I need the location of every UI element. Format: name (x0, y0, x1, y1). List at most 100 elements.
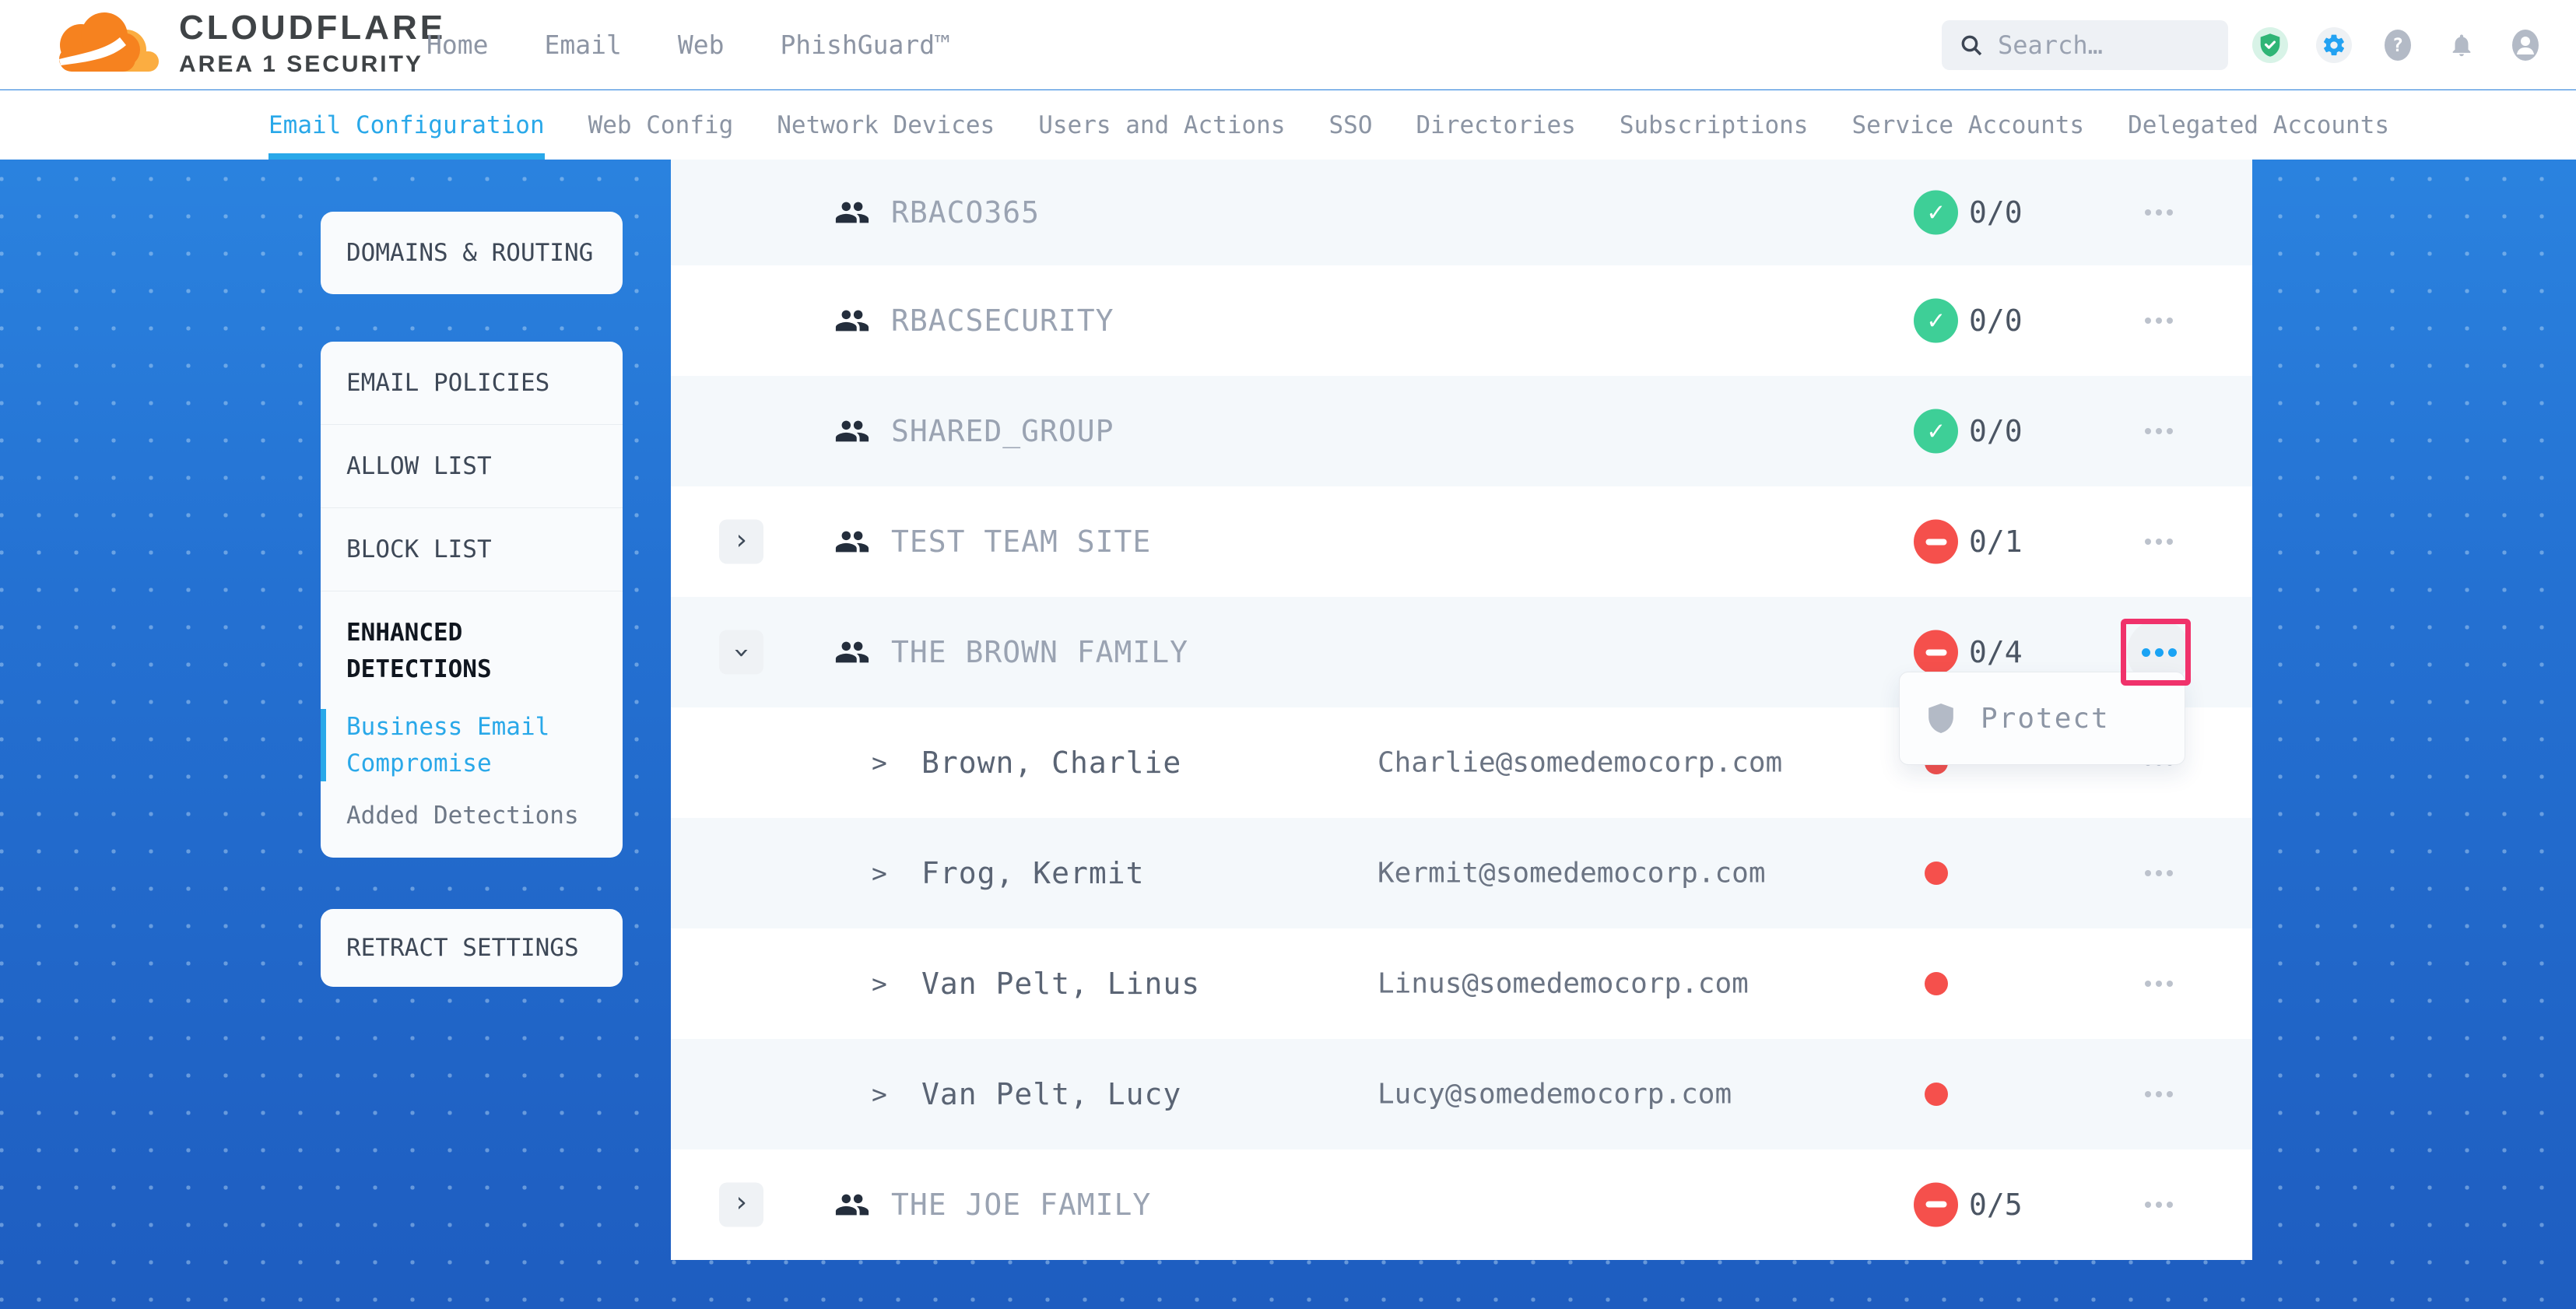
row-name: SHARED_GROUP (891, 414, 1114, 448)
protected-count: 0/0 (1969, 414, 2023, 448)
row-name: Brown, Charlie (921, 746, 1181, 780)
group-icon (834, 524, 870, 560)
status-badge (1914, 299, 1958, 343)
sidebar-item-allow-list[interactable]: ALLOW LIST (321, 425, 623, 508)
row-name: Van Pelt, Lucy (921, 1077, 1181, 1111)
row-menu-button[interactable] (2120, 840, 2198, 906)
status-badge (1925, 972, 1948, 995)
user-avatar-icon[interactable] (2508, 27, 2543, 63)
search-icon (1959, 33, 1984, 58)
tab-network-devices[interactable]: Network Devices (777, 90, 995, 160)
group-icon (834, 1187, 870, 1223)
table-row: > Frog, Kermit Kermit@somedemocorp.com (671, 818, 2252, 928)
shield-icon (1926, 702, 1956, 735)
row-name: TEST TEAM SITE (891, 525, 1151, 559)
brand-name: CLOUDFLARE (179, 11, 446, 45)
enhanced-detections-title: ENHANCED DETECTIONS (346, 615, 597, 687)
section-tabbar: Email Configuration Web Config Network Dev… (0, 90, 2576, 160)
cloudflare-logo: CLOUDFLARE AREA 1 SECURITY (45, 11, 419, 78)
table-row: > Van Pelt, Lucy Lucy@somedemocorp.com (671, 1039, 2252, 1149)
page-content: DOMAINS & ROUTING EMAIL POLICIES ALLOW L… (0, 160, 2576, 1309)
tab-delegated-accounts[interactable]: Delegated Accounts (2128, 90, 2389, 160)
row-name: THE JOE FAMILY (891, 1188, 1151, 1222)
row-name: Van Pelt, Linus (921, 967, 1200, 1001)
sidebar-item-retract-settings[interactable]: RETRACT SETTINGS (321, 909, 623, 987)
tab-users-and-actions[interactable]: Users and Actions (1038, 90, 1285, 160)
user-expand-icon[interactable]: > (872, 1079, 887, 1110)
status-badge (1914, 630, 1958, 675)
row-name: RBACO365 (891, 195, 1040, 230)
gear-icon[interactable] (2316, 27, 2352, 63)
sidebar-item-business-email-compromise[interactable]: Business Email Compromise (321, 709, 597, 781)
row-email: Kermit@somedemocorp.com (1377, 858, 1766, 890)
help-icon[interactable]: ? (2380, 27, 2416, 63)
group-icon (834, 195, 870, 230)
status-badge (1914, 409, 1958, 454)
table-row: SHARED_GROUP 0/0 (671, 376, 2252, 486)
nav-email[interactable]: Email (544, 30, 621, 60)
status-badge (1925, 862, 1948, 885)
user-expand-icon[interactable]: > (872, 748, 887, 778)
row-menu-button[interactable] (2120, 1172, 2198, 1237)
row-email: Lucy@somedemocorp.com (1377, 1079, 1732, 1111)
tab-sso[interactable]: SSO (1329, 90, 1373, 160)
status-badge (1925, 1083, 1948, 1106)
user-expand-icon[interactable]: > (872, 858, 887, 889)
row-menu-button[interactable] (2120, 1062, 2198, 1127)
search-input[interactable] (1998, 30, 2200, 60)
table-row: RBACSECURITY 0/0 (671, 265, 2252, 376)
row-name: RBACSECURITY (891, 304, 1114, 338)
tab-service-accounts[interactable]: Service Accounts (1851, 90, 2084, 160)
user-expand-icon[interactable]: > (872, 969, 887, 999)
row-menu-button[interactable] (2120, 398, 2198, 464)
tab-directories[interactable]: Directories (1416, 90, 1576, 160)
table-row: › TEST TEAM SITE 0/1 (671, 486, 2252, 597)
cloudflare-cloud-icon (45, 11, 170, 78)
table-row: › THE JOE FAMILY 0/5 (671, 1149, 2252, 1259)
status-badge (1914, 1182, 1958, 1227)
nav-web[interactable]: Web (678, 30, 725, 60)
protected-count: 0/0 (1969, 304, 2023, 338)
top-nav: Home Email Web PhishGuard™ (426, 30, 950, 60)
group-icon (834, 303, 870, 339)
status-badge (1914, 520, 1958, 564)
action-highlight-box (2121, 619, 2191, 686)
row-menu-button[interactable] (2120, 509, 2198, 574)
sidebar-item-email-policies[interactable]: EMAIL POLICIES (321, 342, 623, 425)
row-name: THE BROWN FAMILY (891, 635, 1188, 669)
tab-subscriptions[interactable]: Subscriptions (1620, 90, 1809, 160)
status-badge (1914, 191, 1958, 235)
row-name: Frog, Kermit (921, 856, 1145, 890)
sidebar-policies-card: EMAIL POLICIES ALLOW LIST BLOCK LIST ENH… (321, 342, 623, 858)
app-header: CLOUDFLARE AREA 1 SECURITY Home Email We… (0, 0, 2576, 89)
protect-menu-item[interactable]: Protect (1899, 672, 2185, 765)
sidebar-enhanced-detections: ENHANCED DETECTIONS Business Email Compr… (321, 591, 623, 830)
row-email: Linus@somedemocorp.com (1377, 968, 1749, 1000)
group-icon (834, 634, 870, 670)
tab-email-configuration[interactable]: Email Configuration (268, 90, 545, 160)
bell-icon[interactable] (2444, 27, 2479, 63)
expand-toggle-button[interactable]: › (719, 630, 763, 675)
protected-count: 0/5 (1969, 1188, 2023, 1222)
expand-toggle-button[interactable]: › (719, 520, 763, 564)
row-menu-button[interactable] (2120, 951, 2198, 1016)
protected-count: 0/4 (1969, 635, 2023, 669)
nav-home[interactable]: Home (426, 30, 488, 60)
expand-toggle-button[interactable]: › (719, 1182, 763, 1227)
sidebar-item-block-list[interactable]: BLOCK LIST (321, 508, 623, 591)
protected-count: 0/0 (1969, 195, 2023, 230)
svg-text:?: ? (2392, 34, 2403, 56)
sidebar-item-added-detections[interactable]: Added Detections (346, 802, 597, 830)
protected-count: 0/1 (1969, 525, 2023, 559)
table-row: RBACO365 0/0 (671, 160, 2252, 265)
group-icon (834, 413, 870, 449)
row-menu-button[interactable] (2120, 288, 2198, 353)
tab-web-config[interactable]: Web Config (588, 90, 734, 160)
search-box[interactable] (1942, 20, 2228, 70)
row-menu-button[interactable] (2120, 180, 2198, 245)
brand-subtitle: AREA 1 SECURITY (179, 51, 446, 78)
nav-phishguard[interactable]: PhishGuard™ (780, 30, 950, 60)
shield-check-icon[interactable] (2252, 27, 2288, 63)
table-row: > Van Pelt, Linus Linus@somedemocorp.com (671, 928, 2252, 1039)
sidebar-item-domains-routing[interactable]: DOMAINS & ROUTING (321, 212, 623, 294)
